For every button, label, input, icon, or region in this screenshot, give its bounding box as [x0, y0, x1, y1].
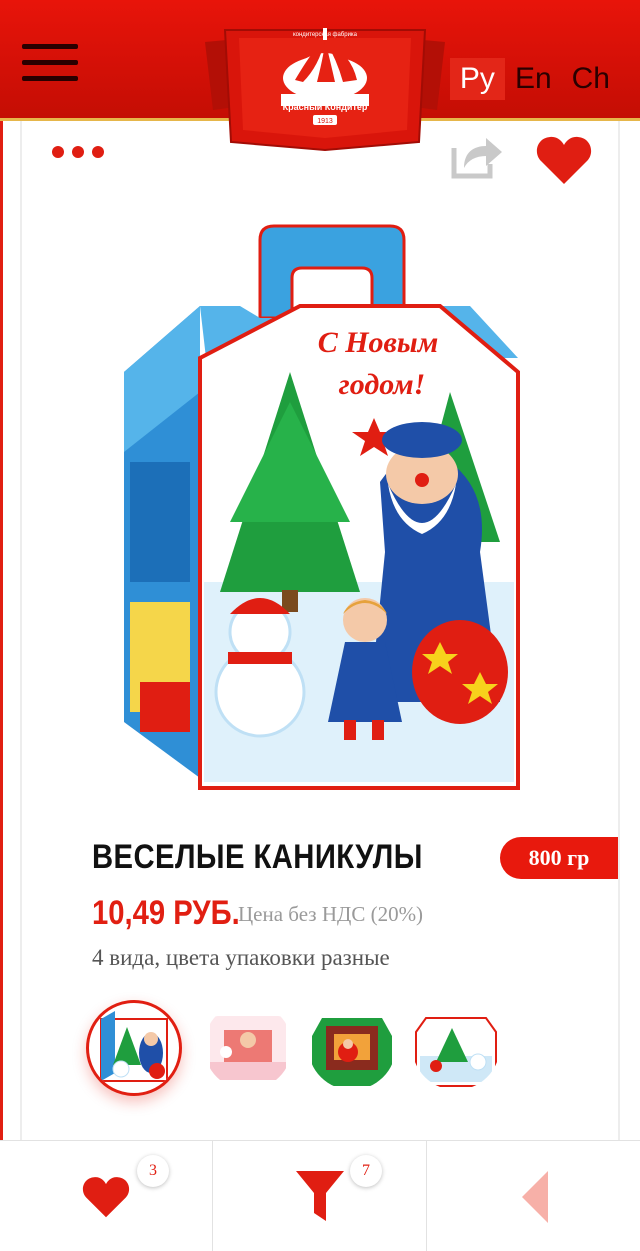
back-button[interactable]: [427, 1141, 640, 1251]
svg-text:кондитерская фабрика: кондитерская фабрика: [293, 32, 358, 38]
variant-thumb-4[interactable]: [412, 1002, 500, 1090]
heart-icon[interactable]: [535, 132, 593, 186]
lang-ch[interactable]: Ch: [562, 58, 620, 100]
arrow-left-icon: [522, 1171, 548, 1223]
vat-note: Цена без НДС (20%): [238, 902, 424, 926]
card-border-right: [618, 121, 620, 1141]
header: Красный Кондитер кондитерская фабрика 19…: [0, 0, 640, 152]
heart-icon: [82, 1177, 130, 1218]
menu-icon[interactable]: [22, 44, 78, 82]
bottom-bar: 3 7: [0, 1140, 640, 1251]
variant-thumb-2[interactable]: [204, 1002, 292, 1090]
lang-ru[interactable]: Ру: [449, 58, 505, 100]
favorites-count-badge: 3: [137, 1155, 169, 1187]
svg-text:годом!: годом!: [339, 368, 426, 401]
favorites-button[interactable]: 3: [0, 1141, 212, 1251]
svg-text:Красный Кондитер: Красный Кондитер: [283, 102, 368, 112]
variant-selector: [86, 1000, 506, 1096]
filter-count-badge: 7: [350, 1155, 382, 1187]
svg-text:С Новым: С Новым: [318, 326, 439, 359]
product-description: 4 вида, цвета упаковки разные: [92, 945, 390, 970]
language-switcher: Ру En Ch: [449, 58, 620, 100]
brand-logo[interactable]: Красный Кондитер кондитерская фабрика 19…: [205, 12, 445, 152]
product-title: ВЕСЕЛЫЕ КАНИКУЛЫ: [92, 838, 423, 876]
lang-en[interactable]: En: [505, 58, 562, 100]
filter-icon: [296, 1171, 344, 1221]
card-border-left: [20, 121, 22, 1141]
variant-thumb-3[interactable]: [308, 1002, 396, 1090]
svg-text:1913: 1913: [317, 118, 333, 125]
product-image[interactable]: С Новым годом!: [110, 222, 530, 797]
share-icon[interactable]: [450, 134, 504, 180]
left-accent-bar: [0, 121, 3, 1250]
more-icon[interactable]: [52, 146, 104, 158]
variant-thumb-1[interactable]: [86, 1000, 182, 1096]
product-price: 10,49 РУБ.: [92, 894, 240, 932]
filter-button[interactable]: 7: [213, 1141, 426, 1251]
weight-badge: 800 гр: [500, 837, 618, 879]
